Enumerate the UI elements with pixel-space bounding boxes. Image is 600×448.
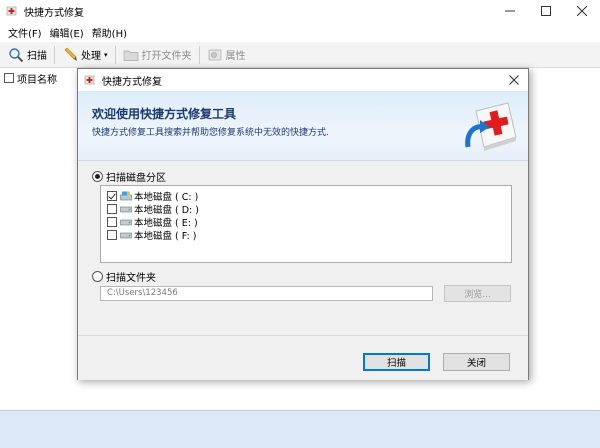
menu-bar: 文件(F) 编辑(E) 帮助(H) (0, 23, 600, 41)
dialog-footer: 扫描 关闭 (78, 335, 528, 380)
hard-drive-icon (120, 204, 132, 214)
open-folder-toolbar-label: 打开文件夹 (141, 51, 192, 62)
drive-d-label: 本地磁盘 ( D: ) (134, 204, 199, 216)
app-logo-icon (6, 5, 18, 17)
select-all-checkbox[interactable] (4, 73, 14, 83)
banner-subtitle: 快捷方式修复工具搜索并帮助您修复系统中无效的快捷方式. (92, 128, 329, 138)
close-window-button[interactable] (564, 0, 600, 22)
hard-drive-icon (120, 230, 132, 240)
scan-toolbar-label: 扫描 (27, 51, 47, 62)
scan-button[interactable]: 扫描 (363, 353, 430, 371)
first-aid-repair-icon (462, 97, 520, 157)
process-toolbar-button[interactable]: 处理 ▾ (58, 44, 112, 66)
process-toolbar-label: 处理 (81, 51, 101, 62)
drive-item-c[interactable]: 本地磁盘 ( C: ) (107, 189, 199, 203)
status-bar (0, 410, 600, 448)
dialog-title: 快捷方式修复 (102, 76, 162, 88)
scan-partition-radio[interactable] (92, 171, 103, 182)
dialog-banner: 欢迎使用快捷方式修复工具 快捷方式修复工具搜索并帮助您修复系统中无效的快捷方式. (78, 91, 528, 161)
scan-partition-label: 扫描磁盘分区 (106, 173, 166, 184)
system-drive-icon (120, 191, 132, 201)
browse-button[interactable]: 浏览... (444, 285, 511, 302)
properties-toolbar-label: 属性 (225, 51, 246, 62)
properties-toolbar-button[interactable]: 属性 (203, 44, 250, 66)
menu-help[interactable]: 帮助(H) (88, 25, 131, 40)
toolbar-separator (54, 45, 55, 64)
scan-toolbar-button[interactable]: 扫描 (4, 44, 51, 66)
drive-c-label: 本地磁盘 ( C: ) (134, 191, 199, 203)
shortcut-repair-dialog: 快捷方式修复 欢迎使用快捷方式修复工具 快捷方式修复工具搜索并帮助您修复系统中无… (77, 68, 529, 380)
open-folder-toolbar-button[interactable]: 打开文件夹 (119, 44, 196, 66)
drive-item-d[interactable]: 本地磁盘 ( D: ) (107, 202, 199, 216)
menu-edit[interactable]: 编辑(E) (46, 25, 88, 40)
dialog-titlebar: 快捷方式修复 (78, 69, 528, 91)
toolbar: 扫描 处理 ▾ 打开文件夹 属性 (0, 42, 600, 68)
properties-icon (207, 47, 223, 63)
minimize-button[interactable] (492, 0, 528, 22)
drive-list: 本地磁盘 ( C: ) 本地磁盘 ( D: ) 本地磁盘 ( E: ) 本地磁盘… (100, 185, 512, 263)
drive-d-checkbox[interactable] (107, 203, 117, 214)
folder-path-field[interactable]: C:\Users\123456 (100, 286, 433, 301)
scan-folder-radio[interactable] (92, 271, 103, 282)
toolbar-separator (198, 45, 200, 64)
drive-item-f[interactable]: 本地磁盘 ( F: ) (107, 228, 197, 242)
drive-f-checkbox[interactable] (107, 229, 117, 240)
magnifier-icon (8, 47, 24, 63)
drive-f-label: 本地磁盘 ( F: ) (134, 230, 197, 242)
dialog-app-icon (84, 74, 96, 86)
drive-e-checkbox[interactable] (107, 216, 117, 227)
toolbar-separator (114, 45, 116, 64)
drive-e-label: 本地磁盘 ( E: ) (134, 217, 198, 229)
scan-folder-option[interactable]: 扫描文件夹 (92, 269, 156, 284)
banner-title: 欢迎使用快捷方式修复工具 (92, 107, 237, 121)
maximize-button[interactable] (528, 0, 564, 22)
window-title: 快捷方式修复 (24, 7, 84, 19)
menu-file[interactable]: 文件(F) (4, 25, 46, 40)
dropdown-arrow-icon: ▾ (104, 50, 108, 59)
close-button[interactable]: 关闭 (443, 353, 510, 371)
drive-c-checkbox[interactable] (107, 190, 117, 201)
folder-icon (123, 47, 139, 63)
pencil-icon (62, 47, 78, 63)
dialog-close-icon[interactable] (506, 72, 522, 88)
scan-partition-option[interactable]: 扫描磁盘分区 (92, 169, 166, 184)
drive-item-e[interactable]: 本地磁盘 ( E: ) (107, 215, 198, 229)
column-header-label: 项目名称 (17, 74, 57, 86)
hard-drive-icon (120, 217, 132, 227)
scan-folder-label: 扫描文件夹 (106, 273, 156, 284)
window-titlebar: 快捷方式修复 (0, 0, 600, 22)
